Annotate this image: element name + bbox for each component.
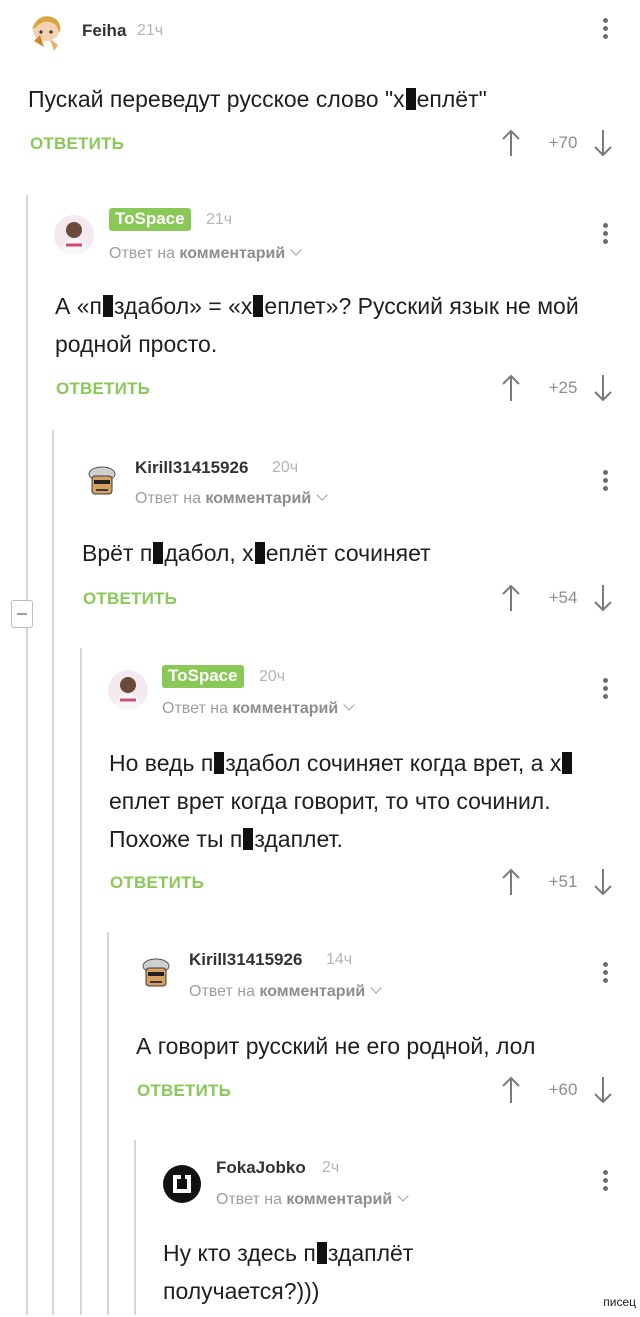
censor-block: [102, 295, 113, 317]
vote-control: +60: [500, 1075, 630, 1105]
tospace-avatar-image: [54, 215, 94, 255]
comment-time: 14ч: [326, 951, 353, 968]
arrow-down-icon[interactable]: [592, 1075, 614, 1105]
reply-button[interactable]: ОТВЕТИТЬ: [30, 134, 124, 154]
censor-block: [405, 88, 416, 110]
kirill-avatar-image: [82, 462, 122, 502]
reply-to-label[interactable]: Ответ на комментарий: [189, 982, 382, 1001]
reply-button[interactable]: ОТВЕТИТЬ: [56, 379, 150, 399]
chevron-down-icon: [397, 1190, 409, 1202]
censor-block: [214, 752, 225, 774]
reply-button[interactable]: ОТВЕТИТЬ: [110, 873, 204, 893]
reply-to-prefix: Ответ на: [135, 490, 201, 507]
arrow-down-icon[interactable]: [592, 583, 614, 613]
avatar: [54, 215, 94, 255]
comment-text-part: еплёт": [416, 86, 487, 112]
chevron-down-icon: [316, 489, 328, 501]
tospace-avatar-image: [108, 670, 148, 710]
censor-block: [153, 542, 164, 564]
vote-control: +70: [500, 128, 630, 158]
chevron-down-icon: [343, 699, 355, 711]
arrow-up-icon[interactable]: [500, 867, 522, 897]
censor-block: [316, 1242, 327, 1264]
comment-time: 20ч: [259, 668, 286, 685]
vote-control: +51: [500, 867, 630, 897]
more-vertical-icon[interactable]: [598, 18, 612, 44]
author-name[interactable]: ToSpace: [162, 665, 244, 688]
comment-text: Врёт п дабол, х еплёт сочиняет: [82, 540, 431, 566]
reply-to-target: комментарий: [286, 1191, 393, 1208]
comment-text: Ну кто здесь п здаплёт получается?))): [163, 1240, 414, 1304]
comment-time: 2ч: [322, 1159, 340, 1176]
more-vertical-icon[interactable]: [598, 470, 612, 496]
reply-to-target: комментарий: [232, 700, 339, 717]
author-name[interactable]: Kirill31415926: [189, 950, 302, 970]
reply-to-label[interactable]: Ответ на комментарий: [162, 699, 355, 718]
vote-control: +25: [500, 373, 630, 403]
arrow-up-icon[interactable]: [500, 1075, 522, 1105]
arrow-up-icon[interactable]: [500, 373, 522, 403]
reply-to-prefix: Ответ на: [216, 1191, 282, 1208]
reply-to-target: комментарий: [259, 983, 366, 1000]
avatar: [108, 670, 148, 710]
more-vertical-icon[interactable]: [598, 1170, 612, 1196]
kirill-avatar-image: [136, 954, 176, 994]
chevron-down-icon: [290, 244, 302, 256]
watermark: писец: [603, 1295, 636, 1309]
score: +54: [548, 588, 578, 607]
comment-time: 21ч: [206, 211, 233, 228]
author-name[interactable]: FokaJobko: [216, 1158, 306, 1178]
more-vertical-icon[interactable]: [598, 223, 612, 249]
comment-fokajobko: FokaJobko 2ч Ответ на комментарий Ну кто…: [0, 1140, 640, 1317]
reply-to-prefix: Ответ на: [109, 245, 175, 262]
avatar: [136, 954, 176, 994]
score: +70: [548, 133, 578, 152]
more-vertical-icon[interactable]: [598, 678, 612, 704]
reply-to-label[interactable]: Ответ на комментарий: [216, 1190, 409, 1209]
comment-text: А «п здабол» = «х еплет»? Русский язык не …: [55, 293, 579, 357]
comment-kirill-1: Kirill31415926 20ч Ответ на комментарий …: [0, 440, 640, 640]
comment-time: 21ч: [137, 22, 164, 39]
author-name[interactable]: Kirill31415926: [135, 458, 248, 478]
avatar: [82, 462, 122, 502]
avatar: [26, 13, 66, 53]
comment-text-part: Пускай переведут русское слово "х: [28, 86, 405, 112]
arrow-down-icon[interactable]: [592, 867, 614, 897]
comment-tospace-1: ToSpace 21ч Ответ на комментарий А «п зда…: [0, 195, 640, 425]
reply-to-prefix: Ответ на: [189, 983, 255, 1000]
comment-text: А говорит русский не его родной, лол: [136, 1033, 536, 1059]
arrow-down-icon[interactable]: [592, 128, 614, 158]
comment-kirill-2: Kirill31415926 14ч Ответ на комментарий …: [0, 932, 640, 1132]
comment-text: Но ведь п здабол сочиняет когда врет, а х…: [109, 744, 614, 858]
feiha-avatar-image: [26, 13, 66, 53]
comment-time: 20ч: [272, 459, 299, 476]
chevron-down-icon: [370, 982, 382, 994]
reply-button[interactable]: ОТВЕТИТЬ: [137, 1081, 231, 1101]
fokajobko-avatar-image: [163, 1165, 201, 1203]
comment-feiha: Feiha 21ч Пускай переведут русское слово…: [0, 0, 640, 190]
arrow-down-icon[interactable]: [592, 373, 614, 403]
censor-block: [243, 828, 254, 850]
score: +25: [548, 378, 578, 397]
reply-to-label[interactable]: Ответ на комментарий: [109, 244, 302, 263]
reply-to-label[interactable]: Ответ на комментарий: [135, 489, 328, 508]
comment-tospace-2: ToSpace 20ч Ответ на комментарий Но ведь…: [0, 648, 640, 928]
censor-block: [254, 542, 265, 564]
score: +60: [548, 1080, 578, 1099]
arrow-up-icon[interactable]: [500, 128, 522, 158]
comment-text: Пускай переведут русское слово "х еплёт": [28, 80, 608, 118]
score: +51: [548, 872, 578, 891]
censor-block: [562, 752, 573, 774]
author-name[interactable]: Feiha: [82, 21, 126, 41]
censor-block: [253, 295, 264, 317]
reply-to-target: комментарий: [179, 245, 286, 262]
arrow-up-icon[interactable]: [500, 583, 522, 613]
vote-control: +54: [500, 583, 630, 613]
more-vertical-icon[interactable]: [598, 962, 612, 988]
avatar: [162, 1164, 202, 1204]
author-name[interactable]: ToSpace: [109, 208, 191, 231]
reply-to-target: комментарий: [205, 490, 312, 507]
reply-to-prefix: Ответ на: [162, 700, 228, 717]
reply-button[interactable]: ОТВЕТИТЬ: [83, 589, 177, 609]
